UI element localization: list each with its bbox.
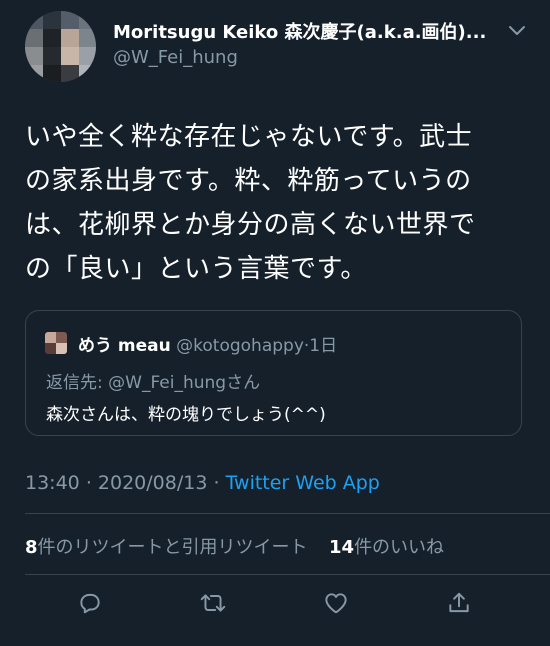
author-avatar[interactable] <box>25 11 96 82</box>
tweet-detail: Moritsugu Keiko 森次慶子(a.k.a.画伯)... @W_Fei… <box>0 0 550 646</box>
chevron-down-icon[interactable] <box>505 18 529 42</box>
like-stats[interactable]: 14件のいいね <box>329 537 444 558</box>
tweet-date: 2020/08/13 <box>97 472 208 494</box>
divider <box>25 513 550 514</box>
tweet-time: 13:40 <box>25 472 80 494</box>
quoted-name: めう meau <box>78 336 171 356</box>
avatar-image <box>25 11 96 82</box>
tweet-text-line: の家系出身です。粋、粋筋っていうの <box>25 166 472 196</box>
tweet-meta: 13:40 · 2020/08/13 · Twitter Web App <box>25 472 380 494</box>
quoted-reply-to: 返信先: @W_Fei_hungさん <box>46 373 261 393</box>
quoted-tweet[interactable]: めう meau @kotogohappy·1日 返信先: @W_Fei_hung… <box>25 310 522 436</box>
retweet-count: 8 <box>25 537 38 558</box>
tweet-source-link[interactable]: Twitter Web App <box>226 472 380 494</box>
tweet-text-line: の「良い」という言葉です。 <box>25 254 367 284</box>
tweet-text: いや全く粋な存在じゃないです。武士 の家系出身です。粋、粋筋っていうの は、花柳… <box>25 115 525 291</box>
quoted-avatar <box>45 332 67 354</box>
like-label: 件のいいね <box>354 537 445 558</box>
meta-separator: · <box>85 472 92 494</box>
reply-icon[interactable] <box>75 588 105 618</box>
heart-icon[interactable] <box>321 588 351 618</box>
author-handle[interactable]: @W_Fei_hung <box>113 47 238 68</box>
author-display-name[interactable]: Moritsugu Keiko 森次慶子(a.k.a.画伯)... <box>113 18 503 44</box>
retweet-label: 件のリツイートと引用リツイート <box>37 537 308 558</box>
retweet-icon[interactable] <box>198 588 228 618</box>
quoted-handle: @kotogohappy <box>176 336 304 356</box>
divider <box>25 574 550 575</box>
tweet-text-line: いや全く粋な存在じゃないです。武士 <box>25 122 473 152</box>
quoted-text: 森次さんは、粋の塊りでしょう(^^) <box>46 405 326 425</box>
retweet-stats[interactable]: 8件のリツイートと引用リツイート <box>25 537 308 558</box>
like-count: 14 <box>329 537 355 558</box>
tweet-stats: 8件のリツイートと引用リツイート 14件のいいね <box>25 533 444 559</box>
quoted-time: 1日 <box>309 336 338 356</box>
tweet-text-line: は、花柳界とか身分の高くない世界で <box>25 210 476 240</box>
share-icon[interactable] <box>444 588 474 618</box>
quoted-header: めう meau @kotogohappy·1日 <box>78 331 337 356</box>
meta-separator: · <box>213 472 220 494</box>
